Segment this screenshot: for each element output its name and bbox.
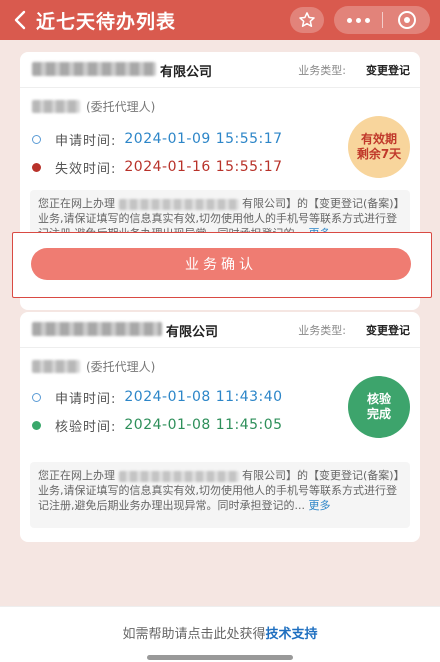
verify-time-row: 核验时间: 2024-01-08 11:45:05 [32, 416, 283, 435]
badge-line1: 核验 [366, 392, 391, 406]
target-circle-icon [397, 11, 416, 29]
notice-prefix: 您正在网上办理 [38, 469, 115, 482]
home-indicator [147, 655, 293, 660]
redacted-text [118, 470, 239, 482]
badge-line2: 完成 [366, 407, 391, 421]
confirm-highlight-frame: 业务确认 [12, 232, 432, 298]
time-value: 2024-01-08 11:45:05 [124, 417, 283, 433]
more-dots-icon[interactable] [334, 17, 382, 23]
star-icon [299, 12, 315, 27]
apply-time-row: 申请时间: 2024-01-09 15:55:17 [32, 130, 283, 149]
help-footer: 如需帮助请点击此处获得技术支持 [0, 606, 440, 662]
agent-name-redacted [32, 99, 80, 113]
page-title: 近七天待办列表 [36, 10, 177, 33]
chevron-left-icon [14, 10, 26, 30]
business-type-value: 变更登记 [366, 64, 410, 77]
agent-row: (委托代理人) [32, 358, 155, 374]
timeline-dot-icon [32, 162, 41, 172]
redacted-text [118, 198, 239, 210]
validity-badge: 有效期 剩余7天 [348, 116, 410, 178]
agent-role: (委托代理人) [86, 359, 156, 374]
card-header: 有限公司 业务类型: 变更登记 [20, 52, 420, 88]
expire-time-row: 失效时间: 2024-01-16 15:55:17 [32, 158, 283, 177]
verified-badge: 核验 完成 [348, 376, 410, 438]
business-type-label: 业务类型: [298, 324, 346, 337]
company-name-redacted [32, 62, 156, 76]
timeline-dot-icon [32, 134, 41, 144]
agent-role: (委托代理人) [86, 99, 156, 114]
badge-line1: 有效期 [360, 132, 397, 146]
time-value: 2024-01-16 15:55:17 [124, 159, 283, 175]
help-text: 如需帮助请点击此处获得技术支持 [0, 623, 440, 642]
time-label: 失效时间: [55, 161, 117, 177]
card-header: 有限公司 业务类型: 变更登记 [20, 312, 420, 348]
company-name-redacted [32, 322, 162, 336]
timeline-dot-icon [32, 392, 41, 402]
agent-name-redacted [32, 359, 80, 373]
company-suffix: 有限公司 [160, 65, 213, 80]
favorite-button[interactable] [290, 7, 324, 33]
todo-card: 有限公司 业务类型: 变更登记 (委托代理人) 申请时间: 2024-01-08… [20, 312, 420, 542]
more-link[interactable]: 更多 [309, 499, 331, 512]
time-label: 核验时间: [55, 419, 117, 435]
mini-program-capsule [334, 6, 430, 34]
time-label: 申请时间: [55, 133, 117, 149]
notice-prefix: 您正在网上办理 [38, 197, 115, 210]
tech-support-link[interactable]: 技术支持 [266, 627, 318, 642]
todo-list: 有限公司 业务类型: 变更登记 (委托代理人) 申请时间: 2024-01-09… [0, 40, 440, 662]
notice-text: 您正在网上办理 有限公司】的【变更登记(备案)】业务,请保证填写的信息真实有效,… [30, 462, 410, 528]
business-confirm-button[interactable]: 业务确认 [31, 248, 411, 280]
company-suffix: 有限公司 [166, 325, 219, 340]
help-prefix: 如需帮助请点击此处获得 [122, 627, 266, 642]
apply-time-row: 申请时间: 2024-01-08 11:43:40 [32, 388, 283, 407]
badge-line2: 剩余7天 [356, 147, 402, 161]
time-value: 2024-01-08 11:43:40 [124, 389, 283, 405]
business-type-value: 变更登记 [366, 324, 410, 337]
time-label: 申请时间: [55, 391, 117, 407]
timeline-dot-icon [32, 420, 41, 430]
back-button[interactable] [6, 0, 34, 40]
business-type-label: 业务类型: [298, 64, 346, 77]
close-mini-program-button[interactable] [383, 10, 430, 30]
time-value: 2024-01-09 15:55:17 [124, 131, 283, 147]
agent-row: (委托代理人) [32, 98, 155, 114]
